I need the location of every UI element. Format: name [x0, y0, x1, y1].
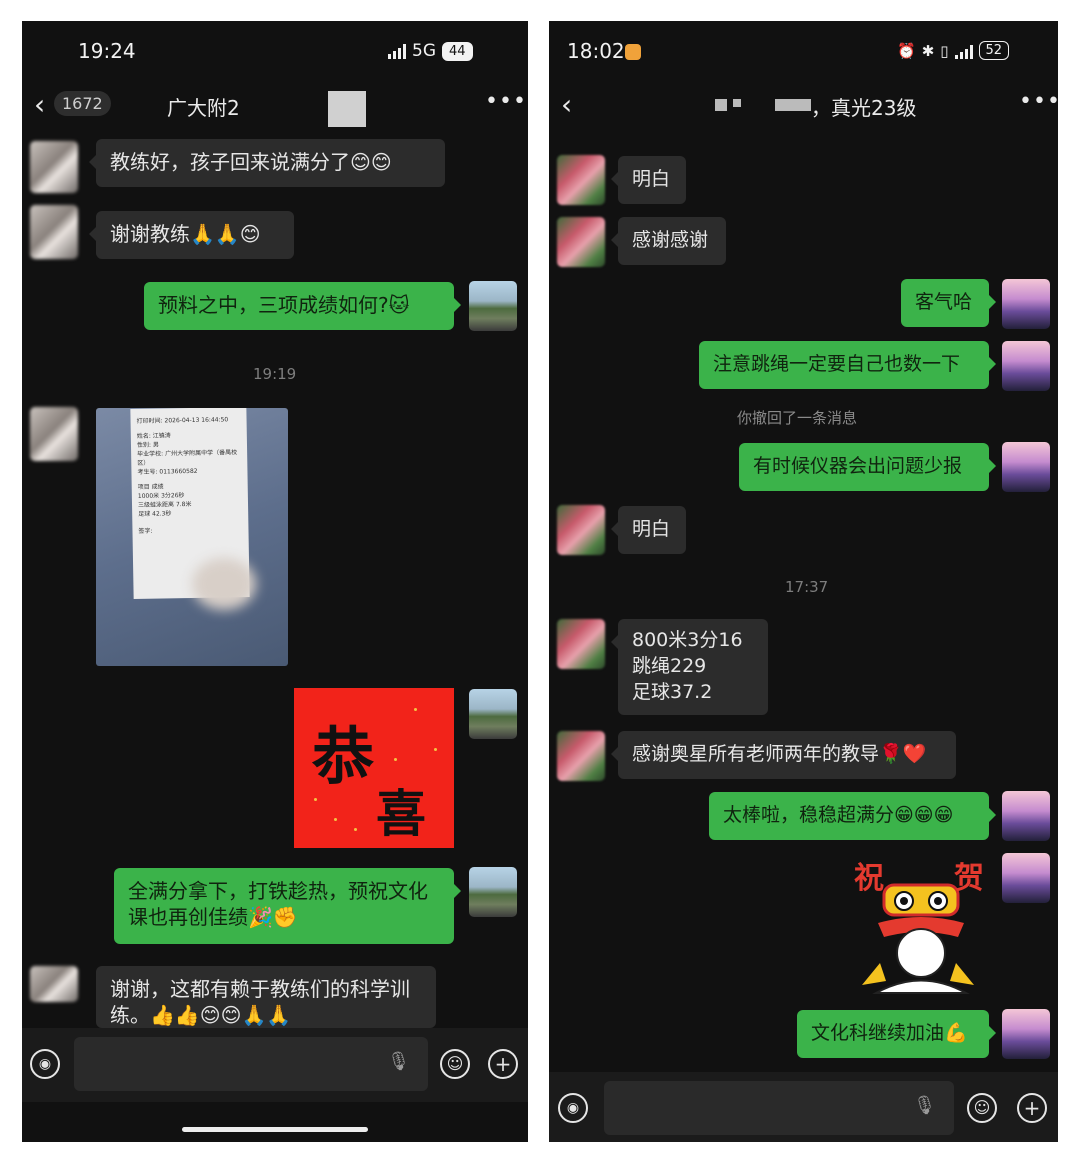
battery-level: 44	[442, 41, 473, 61]
back-icon[interactable]: ‹	[34, 91, 45, 119]
message-incoming[interactable]: 800米3分16 跳绳229 足球37.2	[611, 619, 768, 715]
receipt-photo[interactable]: 打印时间: 2026-04-13 16:44:50 姓名: 江镇涛 性别: 男 …	[96, 408, 288, 666]
avatar[interactable]	[557, 619, 605, 669]
notification-icon	[625, 44, 641, 60]
avatar[interactable]	[557, 505, 605, 555]
plus-icon[interactable]: +	[488, 1049, 518, 1079]
message-input[interactable]: 🎙	[604, 1081, 954, 1135]
microphone-icon[interactable]: 🎙	[913, 1095, 936, 1116]
avatar[interactable]	[1002, 791, 1050, 841]
message-incoming[interactable]: 明白	[611, 156, 686, 204]
redaction-block	[775, 99, 811, 111]
signal-icon	[388, 43, 406, 59]
more-icon[interactable]: •••	[1019, 89, 1058, 114]
avatar[interactable]	[30, 407, 78, 461]
avatar[interactable]	[469, 689, 517, 739]
message-input[interactable]: 🎙	[74, 1037, 428, 1091]
message-outgoing[interactable]: 太棒啦，稳稳超满分😁😁😁	[709, 792, 996, 840]
status-time: 19:24	[78, 39, 136, 63]
left-chat-screen: 19:24 5G 44 ‹ 1672 广大附2 ••• 教练好，孩子回来说满分了…	[22, 21, 528, 1142]
emoji-icon[interactable]: ☺	[440, 1049, 470, 1079]
vibrate-icon: ▯	[940, 41, 949, 60]
plus-icon[interactable]: +	[1017, 1093, 1047, 1123]
sticker-char: 喜	[376, 784, 426, 843]
message-incoming[interactable]: 明白	[611, 506, 686, 554]
message-incoming[interactable]: 感谢感谢	[611, 217, 726, 265]
message-outgoing[interactable]: 有时候仪器会出问题少报	[739, 443, 996, 491]
redaction-block	[328, 91, 366, 127]
microphone-icon[interactable]: 🎙	[387, 1051, 410, 1072]
avatar[interactable]	[30, 205, 78, 259]
avatar[interactable]	[557, 155, 605, 205]
avatar[interactable]	[557, 731, 605, 781]
voice-toggle-icon[interactable]: ◉	[558, 1093, 588, 1123]
input-bar: ◉ 🎙 ☺ +	[549, 1072, 1058, 1142]
status-indicators: 5G 44	[388, 41, 473, 61]
timestamp: 17:37	[785, 578, 829, 596]
battery-level: 52	[978, 41, 1010, 60]
avatar[interactable]	[1002, 1009, 1050, 1059]
message-outgoing[interactable]: 文化科继续加油💪	[797, 1010, 996, 1058]
avatar[interactable]	[469, 281, 517, 331]
avatar[interactable]	[469, 867, 517, 917]
alarm-icon: ⏰	[897, 41, 916, 60]
input-bar: ◉ 🎙 ☺ +	[22, 1028, 528, 1102]
timestamp: 19:19	[253, 365, 297, 383]
network-type: 5G	[412, 41, 436, 61]
emoji-icon[interactable]: ☺	[967, 1093, 997, 1123]
receipt-line: 签字:	[138, 527, 153, 535]
message-incoming[interactable]: 感谢奥星所有老师两年的教导🌹❤️	[611, 731, 956, 779]
sticker-char: 祝	[854, 861, 884, 896]
message-incoming[interactable]: 谢谢教练🙏🙏😊	[89, 211, 294, 259]
back-icon[interactable]: ‹	[561, 91, 572, 119]
unread-count-badge: 1672	[54, 91, 111, 116]
message-incoming[interactable]: 教练好，孩子回来说满分了😊😊	[89, 139, 445, 187]
bluetooth-icon: ✱	[921, 41, 935, 60]
message-outgoing[interactable]: 客气哈	[901, 279, 996, 327]
sticker-char: 贺	[954, 861, 984, 896]
chat-title: 广大附2	[167, 96, 240, 120]
chat-title: ，真光23级	[811, 96, 917, 120]
voice-toggle-icon[interactable]: ◉	[30, 1049, 60, 1079]
right-chat-screen: 18:02 ⏰ ✱ ▯ 52 ‹ ，真光23级 ••• 明白 感谢感谢 客气哈 …	[549, 21, 1058, 1142]
blurred-signature	[192, 558, 256, 610]
avatar[interactable]	[30, 141, 78, 193]
status-time: 18:02	[567, 39, 625, 63]
recall-notice: 你撤回了一条消息	[737, 409, 858, 427]
receipt-line: 毕业学校: 广州大学附属中学（番禺校区）	[137, 449, 238, 467]
avatar[interactable]	[1002, 341, 1050, 391]
avatar[interactable]	[557, 217, 605, 267]
avatar[interactable]	[1002, 442, 1050, 492]
more-icon[interactable]: •••	[485, 89, 527, 114]
avatar[interactable]	[1002, 853, 1050, 903]
message-outgoing[interactable]: 全满分拿下，打铁趁热，预祝文化课也再创佳绩🎉✊	[114, 868, 461, 944]
lion-dance-sticker[interactable]: 祝 贺	[846, 853, 991, 998]
home-indicator[interactable]	[182, 1127, 368, 1132]
message-outgoing[interactable]: 注意跳绳一定要自己也数一下	[699, 341, 996, 389]
sticker-char: 恭	[312, 720, 375, 793]
status-indicators: ⏰ ✱ ▯ 52	[897, 41, 1010, 60]
redaction-block	[715, 99, 727, 111]
message-incoming[interactable]: 谢谢，这都有赖于教练们的科学训练。👍👍😊😊🙏🙏	[96, 966, 436, 1028]
signal-icon	[954, 43, 973, 59]
message-outgoing[interactable]: 预料之中，三项成绩如何?🐱	[144, 282, 461, 330]
congrats-sticker[interactable]: 恭 喜	[294, 688, 454, 848]
avatar[interactable]	[1002, 279, 1050, 329]
receipt-line: 打印时间: 2026-04-13 16:44:50	[136, 416, 229, 425]
avatar[interactable]	[30, 966, 78, 1002]
redaction-block	[733, 99, 741, 107]
